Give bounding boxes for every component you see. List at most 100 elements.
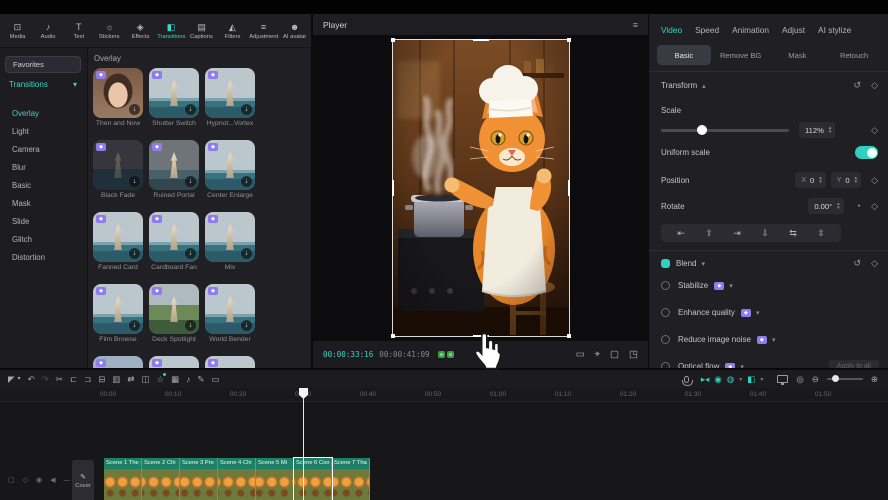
checkbox[interactable] xyxy=(661,335,670,344)
toolbar-item-filters[interactable]: ◭Filters xyxy=(217,22,248,40)
keyframe-icon[interactable]: ◇ xyxy=(871,258,878,269)
transition-item-shadow-wipe[interactable]: ↓Shadow Wipe xyxy=(149,356,199,368)
transition-item-shutter-switch[interactable]: ↓Shutter Switch xyxy=(149,68,199,127)
transition-item-cardboard-fan[interactable]: ↓Cardboard Fan xyxy=(149,212,199,271)
split-icon[interactable]: ✂ xyxy=(56,375,63,384)
align-center-v-icon[interactable]: ⇳ xyxy=(817,228,825,239)
transition-item-black-fade[interactable]: ↓Black Fade xyxy=(93,140,143,199)
keyframe-icon[interactable]: ◇ xyxy=(871,175,878,186)
clip-scene-4-chi[interactable]: Scene 4 Chi xyxy=(218,458,256,500)
trim-left-icon[interactable]: ⊏ xyxy=(70,375,77,384)
clip-scene-1-the-s[interactable]: Scene 1 The S xyxy=(104,458,142,500)
position-y-box[interactable]: Y 0 ▲▼ xyxy=(831,172,861,188)
rotate-value-box[interactable]: 0.00° ▲▼ xyxy=(808,198,843,214)
timeline-zoom-slider[interactable] xyxy=(827,378,863,380)
sidebar-item-distortion[interactable]: Distortion xyxy=(0,248,88,266)
render-preview-icon[interactable] xyxy=(777,375,788,383)
align-bottom-icon[interactable]: ⇩ xyxy=(761,228,769,239)
transition-item-center-enlarge[interactable]: ↓Center Enlarge xyxy=(205,140,255,199)
chevron-down-icon[interactable]: ▾ xyxy=(772,336,776,344)
toolbar-item-text[interactable]: TText xyxy=(63,22,94,40)
zoom-out-icon[interactable]: ⊖ xyxy=(812,375,819,384)
feature-reduce-image-noise[interactable]: Reduce image noise▾ xyxy=(649,326,888,353)
video-preview[interactable] xyxy=(392,39,570,337)
toolbar-item-effects[interactable]: ◈Effects xyxy=(125,22,156,40)
tab-adjust[interactable]: Adjust xyxy=(782,25,805,35)
scale-value-box[interactable]: 112% ▲▼ xyxy=(799,122,835,138)
linking-caret-icon[interactable]: ▾ xyxy=(739,376,742,383)
zoom-in-icon[interactable]: ⊕ xyxy=(871,375,878,384)
align-left-icon[interactable]: ⇤ xyxy=(677,228,685,239)
transition-item-mix[interactable]: ↓Mix xyxy=(205,212,255,271)
sidebar-item-slide[interactable]: Slide xyxy=(0,212,88,230)
uniform-scale-toggle[interactable] xyxy=(855,146,878,159)
linking-icon[interactable]: ◍ xyxy=(727,375,734,384)
freeze-frame-icon[interactable]: ▥ xyxy=(112,375,120,384)
position-y-stepper[interactable]: ▲▼ xyxy=(854,176,858,184)
align-center-h-icon[interactable]: ⇆ xyxy=(789,228,797,239)
reset-icon[interactable]: ↺ xyxy=(854,80,862,91)
blend-enabled-indicator[interactable] xyxy=(661,259,670,268)
chevron-down-icon[interactable]: ▾ xyxy=(729,282,733,290)
clip-scene-7-tha[interactable]: Scene 7 Tha xyxy=(332,458,370,500)
keyframe-icon[interactable]: ◇ xyxy=(871,125,878,136)
sidebar-item-overlay[interactable]: Overlay xyxy=(0,104,88,122)
scale-stepper[interactable]: ▲▼ xyxy=(828,126,832,134)
rotate-stepper[interactable]: ▲▼ xyxy=(836,202,840,210)
toolbar-item-captions[interactable]: ▤Captions xyxy=(186,22,217,40)
transform-section-header[interactable]: Transform ▴ ↺ ◇ xyxy=(661,80,878,91)
toolbar-item-stickers[interactable]: ☼Stickers xyxy=(94,22,125,40)
transition-item-fanned-card[interactable]: ↓Fanned Card xyxy=(93,212,143,271)
transition-item-world-bender[interactable]: ↓World Bender xyxy=(205,284,255,343)
reverse-icon[interactable]: ⇄ xyxy=(127,375,134,384)
sidebar-item-blur[interactable]: Blur xyxy=(0,158,88,176)
smart-tools-icon[interactable]: ☆ xyxy=(157,375,165,384)
draw-icon[interactable]: ✎ xyxy=(197,375,204,384)
preview-axis-icon[interactable]: ◧ xyxy=(747,375,755,384)
select-tool-icon[interactable]: ◤ xyxy=(8,375,15,384)
transition-item-then-and-now[interactable]: ↓Then and Now xyxy=(93,68,143,127)
rotate-dial-icon[interactable]: ◔ xyxy=(856,201,861,211)
scale-slider[interactable] xyxy=(661,129,789,132)
toolbar-item-adjustment[interactable]: ≡Adjustment xyxy=(248,22,280,40)
sidebar-item-camera[interactable]: Camera xyxy=(0,140,88,158)
full-preview-icon[interactable]: ⌖ xyxy=(595,349,600,360)
delete-icon[interactable]: ⊟ xyxy=(98,375,105,384)
clip-scene-3-pre[interactable]: Scene 3 Pre xyxy=(180,458,218,500)
auto-snapping-icon[interactable]: ◉ xyxy=(714,375,721,384)
voiceover-mic-icon[interactable] xyxy=(684,376,689,383)
toolbar-item-media[interactable]: ⊡Media xyxy=(2,22,33,40)
transition-item-camera-focus[interactable]: ↓Camera Focus xyxy=(205,356,255,368)
scale-slider-knob[interactable] xyxy=(697,125,707,135)
tab-ai-stylize[interactable]: AI stylize xyxy=(818,25,851,35)
fullscreen-icon[interactable]: ◳ xyxy=(629,349,638,360)
checkbox[interactable] xyxy=(661,308,670,317)
mirror-display-icon[interactable]: ▭ xyxy=(576,349,585,360)
timeline-zoom-knob[interactable] xyxy=(832,375,839,382)
subtab-mask[interactable]: Mask xyxy=(771,45,825,65)
trim-right-icon[interactable]: ⊐ xyxy=(84,375,91,384)
transition-item-deck-spotlight[interactable]: ↓Deck Spotlight xyxy=(149,284,199,343)
screen-preview-icon[interactable]: ▭ xyxy=(212,375,220,384)
reset-icon[interactable]: ↺ xyxy=(854,258,862,269)
redo-icon[interactable]: ↷ xyxy=(42,375,49,384)
tab-animation[interactable]: Animation xyxy=(732,25,769,35)
player-menu-icon[interactable]: ≡ xyxy=(633,20,638,30)
favorites-button[interactable]: Favorites xyxy=(5,56,81,73)
feature-enhance-quality[interactable]: Enhance quality▾ xyxy=(649,299,888,326)
align-right-icon[interactable]: ⇥ xyxy=(733,228,741,239)
chevron-down-icon[interactable]: ▾ xyxy=(701,260,705,268)
toolbar-item-audio[interactable]: ♪Audio xyxy=(33,22,64,40)
clip-scene-2-chi[interactable]: Scene 2 Chi xyxy=(142,458,180,500)
toolbar-item-ai-avatar[interactable]: ☻AI avatar xyxy=(279,22,310,40)
position-x-box[interactable]: X 0 ▲▼ xyxy=(795,172,825,188)
transition-item-film-browse[interactable]: ↓Film Browse xyxy=(93,284,143,343)
timeline-ruler[interactable]: 00:0000:1000:2000:3000:4000:5001:0001:10… xyxy=(0,388,888,402)
preview-axis-caret-icon[interactable]: ▾ xyxy=(760,376,763,383)
crop-icon[interactable]: ▦ xyxy=(171,375,179,384)
mirror-icon[interactable]: ◫ xyxy=(141,375,149,384)
blend-row[interactable]: Blend ▾ ↺ ◇ xyxy=(661,258,878,269)
subtab-basic[interactable]: Basic xyxy=(657,45,711,65)
sidebar-category-transitions[interactable]: Transitions ▾ xyxy=(5,80,81,89)
subtab-remove-bg[interactable]: Remove BG xyxy=(714,45,768,65)
